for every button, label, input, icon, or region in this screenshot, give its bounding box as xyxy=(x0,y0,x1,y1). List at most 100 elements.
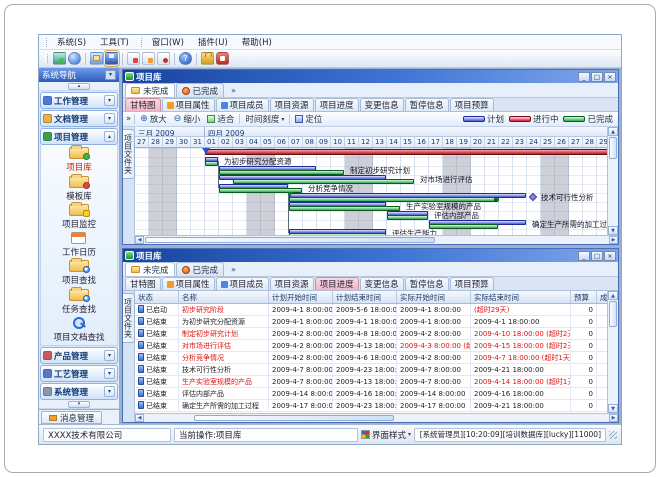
sidebar-collapse-button[interactable]: ▾ xyxy=(105,70,116,80)
chevron-down-icon[interactable]: ▾ xyxy=(104,113,115,124)
menu-item[interactable]: 窗口(W) xyxy=(145,36,191,48)
tab-项目属性[interactable]: 项目属性 xyxy=(162,277,215,290)
folder-tab-未完成[interactable]: 未完成 xyxy=(125,262,175,276)
column-header-计划开始时间[interactable]: 计划开始时间 xyxy=(269,291,333,303)
chevron-down-icon[interactable]: ▾ xyxy=(104,386,115,397)
report-add-icon[interactable] xyxy=(127,52,140,65)
gantt-summary-bar[interactable] xyxy=(205,149,607,155)
sidebar-item-项目文档查找[interactable]: 项目文档查找 xyxy=(53,317,104,343)
scrollbar-thumb[interactable] xyxy=(194,415,394,421)
exit-icon[interactable] xyxy=(216,52,229,65)
column-header-实际结束时间[interactable]: 实际结束时间 xyxy=(471,291,571,303)
close-button[interactable]: × xyxy=(604,72,616,82)
table-horizontal-scrollbar[interactable]: ◀ ▶ xyxy=(135,413,618,422)
restore-button[interactable]: □ xyxy=(591,251,603,261)
sidebar-scroll-up-strip[interactable]: ▴ xyxy=(39,82,119,91)
column-header-实际开始时间[interactable]: 实际开始时间 xyxy=(397,291,471,303)
sidebar-item-工作日历[interactable]: 工作日历 xyxy=(62,232,96,258)
menu-item[interactable]: 插件(U) xyxy=(191,36,235,48)
menu-item[interactable]: 工具(T) xyxy=(93,36,136,48)
sidebar-item-任务查找[interactable]: 任务查找 xyxy=(62,289,96,315)
gantt-bar-actual[interactable] xyxy=(205,161,218,166)
scrollbar-thumb[interactable] xyxy=(609,137,617,159)
table-row[interactable]: 已结束技术可行性分析2009-4-7 8:00:002009-4-23 18:0… xyxy=(135,364,607,376)
scrollbar-thumb[interactable] xyxy=(609,301,617,327)
gantt-vertical-scrollbar[interactable]: ▲ ▼ xyxy=(607,127,618,235)
report-del-icon[interactable] xyxy=(157,52,170,65)
tab-项目资源[interactable]: 项目资源 xyxy=(270,98,314,111)
sync-icon[interactable] xyxy=(53,52,66,65)
tab-变更信息[interactable]: 变更信息 xyxy=(360,277,404,290)
tab-项目进度[interactable]: 项目进度 xyxy=(315,98,359,111)
chevron-up-icon[interactable]: ▴ xyxy=(104,131,115,142)
gantt-bar-actual[interactable] xyxy=(387,215,428,220)
milestone-diamond-icon[interactable] xyxy=(529,193,537,201)
folder-tab-已完成[interactable]: 已完成 xyxy=(176,262,225,276)
tab-项目成员[interactable]: 项目成员 xyxy=(216,277,269,290)
window-titlebar[interactable]: 项目库 _ □ × xyxy=(123,70,618,83)
sidebar-item-项目库[interactable]: 项目库 xyxy=(66,147,92,173)
table-vertical-scrollbar[interactable]: ▲ ▼ xyxy=(607,291,618,413)
scroll-up-arrow[interactable]: ▲ xyxy=(608,127,618,136)
minimize-button[interactable]: _ xyxy=(578,251,590,261)
scroll-left-arrow[interactable]: ◀ xyxy=(135,236,144,244)
close-button[interactable]: × xyxy=(604,251,616,261)
sidebar-item-模板库[interactable]: 模板库 xyxy=(66,176,92,202)
sidebar-group-项目管理[interactable]: 项目管理▴ xyxy=(40,128,118,145)
gantt-bar-actual[interactable] xyxy=(429,224,498,229)
scroll-right-arrow[interactable]: ▶ xyxy=(609,236,618,244)
save-icon[interactable] xyxy=(105,52,118,65)
column-header-预算[interactable]: 预算 xyxy=(571,291,597,303)
vertical-tab-project-folders[interactable]: 项目文件夹 xyxy=(123,293,135,343)
resize-grip[interactable] xyxy=(609,431,617,439)
tab-暂停信息[interactable]: 暂停信息 xyxy=(405,98,449,111)
table-row[interactable]: 已结束制定初步研究计划2009-4-2 8:00:002009-4-8 18:0… xyxy=(135,328,607,340)
window-titlebar[interactable]: 项目库 _ □ × xyxy=(123,249,618,262)
chevron-down-icon[interactable]: ▾ xyxy=(104,368,115,379)
table-row[interactable]: 已结束生产实验室规模的产品2009-4-7 8:00:002009-4-13 1… xyxy=(135,376,607,388)
scrollbar-thumb[interactable] xyxy=(145,237,435,243)
menu-item[interactable]: 帮助(H) xyxy=(235,36,279,48)
folder-tab-未完成[interactable]: 未完成 xyxy=(125,83,175,97)
folder-tab-已完成[interactable]: 已完成 xyxy=(176,83,225,97)
sidebar-item-项目监控[interactable]: 项目监控 xyxy=(62,204,96,230)
menubar-grip-handle[interactable] xyxy=(44,38,47,47)
sidebar-item-项目查找[interactable]: 项目查找 xyxy=(62,260,96,286)
column-header-成[interactable]: 成 xyxy=(597,291,607,303)
sidebar-group-文档管理[interactable]: 文档管理▾ xyxy=(40,110,118,127)
table-row[interactable]: 已结束确定生产所需的加工过程2009-4-17 8:00:002009-4-23… xyxy=(135,400,607,412)
tab-项目资源[interactable]: 项目资源 xyxy=(270,277,314,290)
globe-icon[interactable] xyxy=(68,52,81,65)
tab-变更信息[interactable]: 变更信息 xyxy=(360,98,404,111)
gantt-bar-actual[interactable] xyxy=(289,233,386,235)
scroll-up-arrow[interactable]: ▲ xyxy=(608,291,618,300)
help-icon[interactable] xyxy=(179,52,192,65)
tab-项目预算[interactable]: 项目预算 xyxy=(450,98,494,111)
chevron-down-icon[interactable]: ▾ xyxy=(104,95,115,106)
column-header-计划结束时间[interactable]: 计划结束时间 xyxy=(333,291,397,303)
vertical-tab-project-folders[interactable]: 项目文件夹 xyxy=(123,129,135,179)
table-row[interactable]: 已结束分析竞争情况2009-4-2 8:00:002009-4-6 18:00:… xyxy=(135,352,607,364)
lock-icon[interactable] xyxy=(201,52,214,65)
minimize-button[interactable]: _ xyxy=(578,72,590,82)
tab-甘特图[interactable]: 甘特图 xyxy=(125,98,161,111)
ui-style-button[interactable]: 界面样式 ▾ xyxy=(361,429,411,441)
sidebar-group-系统管理[interactable]: 系统管理▾ xyxy=(40,383,118,400)
table-row[interactable]: 已结束对市场进行评估2009-4-2 8:00:002009-4-13 18:0… xyxy=(135,340,607,352)
scroll-right-arrow[interactable]: ▶ xyxy=(609,414,618,422)
time-scale-button[interactable]: 时间刻度▾ xyxy=(243,113,286,125)
toolbar-overflow-button[interactable]: » xyxy=(126,114,131,124)
table-row[interactable]: 已结束为初步研究分配资源2009-4-1 8:00:002009-4-1 18:… xyxy=(135,316,607,328)
tab-甘特图[interactable]: 甘特图 xyxy=(125,277,161,290)
gantt-horizontal-scrollbar[interactable]: ◀ ▶ xyxy=(135,235,618,244)
table-row[interactable]: 已结束评估内部产品2009-4-14 8:00:002009-4-16 18:0… xyxy=(135,388,607,400)
zoom-out-button[interactable]: ⊖缩小 xyxy=(172,113,203,125)
folder-open-icon[interactable] xyxy=(90,52,103,65)
scroll-down-arrow[interactable]: ▼ xyxy=(608,226,618,235)
report-edit-icon[interactable] xyxy=(142,52,155,65)
tab-项目预算[interactable]: 项目预算 xyxy=(450,277,494,290)
tab-项目属性[interactable]: 项目属性 xyxy=(162,98,215,111)
column-header-名称[interactable]: 名称 xyxy=(179,291,269,303)
zoom-in-button[interactable]: ⊕放大 xyxy=(138,113,169,125)
sidebar-group-工作管理[interactable]: 工作管理▾ xyxy=(40,92,118,109)
